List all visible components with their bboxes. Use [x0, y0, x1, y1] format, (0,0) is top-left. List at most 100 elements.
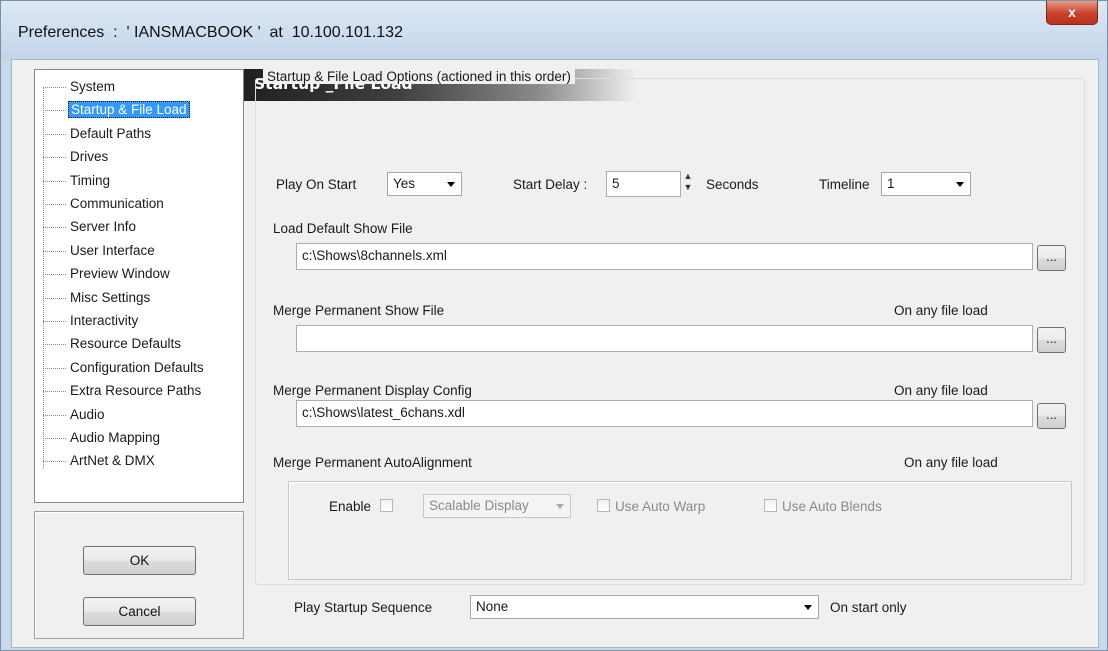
- start-delay-input[interactable]: 5: [606, 171, 681, 197]
- enable-label: Enable: [329, 499, 372, 514]
- load-default-label: Load Default Show File: [273, 221, 413, 236]
- auto-alignment-group: [288, 481, 1072, 580]
- preferences-window: Preferences : ' IANSMACBOOK ' at 10.100.…: [0, 0, 1108, 651]
- tree-item-interactivity[interactable]: Interactivity: [43, 311, 140, 331]
- load-default-input[interactable]: c:\Shows\8channels.xml: [296, 243, 1033, 270]
- merge-display-input[interactable]: c:\Shows\latest_6chans.xdl: [296, 400, 1033, 427]
- tree-connector: [43, 133, 66, 135]
- enable-checkbox[interactable]: [380, 499, 393, 512]
- tree-connector: [43, 250, 66, 252]
- tree-item-label: Audio: [70, 406, 105, 422]
- startup-sequence-select[interactable]: None: [470, 595, 819, 619]
- tree-item-label: Default Paths: [70, 125, 152, 141]
- tree-item-label: System: [70, 79, 116, 94]
- tree-item-label: Audio Mapping: [70, 430, 161, 445]
- tree-item-artnet-dmx[interactable]: ArtNet & DMX: [43, 451, 157, 471]
- merge-show-note: On any file load: [894, 303, 988, 318]
- start-delay-spinner[interactable]: ▲ ▼: [681, 171, 695, 197]
- tree-item-user-interface[interactable]: User Interface: [43, 241, 157, 261]
- tree-item-label: Server Info: [70, 219, 137, 235]
- chevron-down-icon: [447, 182, 455, 187]
- tree-item-preview-window[interactable]: Preview Window: [43, 264, 172, 284]
- tree-item-configuration-defaults[interactable]: Configuration Defaults: [43, 358, 206, 378]
- window-title: Preferences : ' IANSMACBOOK ' at 10.100.…: [18, 24, 403, 41]
- tree-item-audio-mapping[interactable]: Audio Mapping: [43, 428, 162, 448]
- tree-connector: [43, 86, 66, 88]
- tree-item-label: Extra Resource Paths: [70, 383, 202, 399]
- tree-item-system[interactable]: System: [43, 77, 117, 97]
- tree-item-resource-defaults[interactable]: Resource Defaults: [43, 334, 183, 354]
- tree-item-default-paths[interactable]: Default Paths: [43, 124, 153, 144]
- tree-item-label: Drives: [70, 149, 109, 165]
- play-on-start-label: Play On Start: [276, 177, 357, 192]
- use-auto-blends-label: Use Auto Blends: [782, 499, 882, 514]
- timeline-label: Timeline: [819, 177, 870, 192]
- tree-item-server-info[interactable]: Server Info: [43, 217, 138, 237]
- tree-item-label: Resource Defaults: [70, 336, 182, 352]
- spin-up-icon[interactable]: ▲: [681, 171, 695, 182]
- tree-item-label: Interactivity: [70, 313, 139, 328]
- merge-auto-note: On any file load: [904, 455, 998, 470]
- merge-show-browse-button[interactable]: ...: [1037, 327, 1066, 353]
- start-delay-value: 5: [612, 176, 620, 191]
- tree-connector: [43, 180, 66, 182]
- play-on-start-value: Yes: [393, 176, 416, 191]
- timeline-select[interactable]: 1: [881, 172, 971, 196]
- use-auto-warp-label: Use Auto Warp: [615, 499, 706, 514]
- tree-connector: [43, 391, 66, 393]
- close-button[interactable]: x: [1046, 1, 1098, 25]
- title-bar[interactable]: Preferences : ' IANSMACBOOK ' at 10.100.…: [1, 1, 1107, 59]
- merge-display-browse-button[interactable]: ...: [1037, 403, 1066, 429]
- tree-connector: [43, 367, 66, 369]
- tree-item-label: Timing: [70, 172, 111, 188]
- tree-item-label: Preview Window: [70, 266, 170, 282]
- tree-connector: [43, 203, 66, 205]
- startup-sequence-label: Play Startup Sequence: [294, 600, 433, 615]
- auto-alignment-mode-select[interactable]: Scalable Display: [423, 494, 571, 518]
- merge-auto-label: Merge Permanent AutoAlignment: [273, 455, 472, 470]
- merge-show-label: Merge Permanent Show File: [273, 303, 445, 318]
- tree-item-timing[interactable]: Timing: [43, 171, 112, 191]
- category-tree: System Startup & File Load Default Paths Dr…: [34, 69, 244, 503]
- use-auto-warp-checkbox[interactable]: [597, 499, 610, 512]
- tree-connector: [43, 414, 66, 416]
- tree-item-label: Startup & File Load: [68, 101, 190, 119]
- button-panel: OK Cancel: [34, 511, 244, 639]
- load-default-value: c:\Shows\8channels.xml: [302, 248, 447, 263]
- tree-item-audio[interactable]: Audio: [43, 405, 107, 425]
- tree-connector: [43, 227, 66, 229]
- startup-sequence-value: None: [476, 599, 509, 614]
- auto-alignment-mode-value: Scalable Display: [429, 498, 529, 513]
- tree-connector: [43, 437, 66, 439]
- tree-connector: [43, 110, 66, 112]
- spin-down-icon[interactable]: ▼: [681, 182, 695, 193]
- tree-item-label: ArtNet & DMX: [70, 453, 155, 469]
- tree-item-label: Communication: [70, 196, 164, 211]
- cancel-button[interactable]: Cancel: [83, 597, 196, 626]
- merge-show-input[interactable]: [296, 325, 1033, 352]
- load-default-browse-button[interactable]: ...: [1037, 245, 1066, 271]
- tree-connector: [43, 320, 66, 322]
- tree-item-label: Configuration Defaults: [70, 359, 204, 375]
- merge-display-note: On any file load: [894, 383, 988, 398]
- use-auto-blends-checkbox[interactable]: [764, 499, 777, 512]
- tree-connector: [43, 274, 66, 276]
- tree-item-misc-settings[interactable]: Misc Settings: [43, 288, 152, 308]
- timeline-value: 1: [887, 176, 895, 191]
- startup-sequence-note: On start only: [830, 600, 907, 615]
- play-on-start-select[interactable]: Yes: [387, 172, 462, 196]
- tree-item-extra-resource-paths[interactable]: Extra Resource Paths: [43, 381, 203, 401]
- options-group-title: Startup & File Load Options (actioned in…: [263, 69, 575, 84]
- tree-connector: [43, 461, 66, 463]
- tree-item-startup-file-load[interactable]: Startup & File Load: [43, 100, 190, 120]
- tree-item-communication[interactable]: Communication: [43, 194, 166, 214]
- merge-display-value: c:\Shows\latest_6chans.xdl: [302, 405, 465, 420]
- tree-connector: [43, 344, 66, 346]
- ok-button[interactable]: OK: [83, 546, 196, 575]
- chevron-down-icon: [556, 504, 564, 509]
- chevron-down-icon: [804, 605, 812, 610]
- tree-connector: [43, 297, 66, 299]
- start-delay-unit: Seconds: [706, 177, 759, 192]
- close-icon: x: [1068, 4, 1076, 20]
- tree-item-drives[interactable]: Drives: [43, 147, 110, 167]
